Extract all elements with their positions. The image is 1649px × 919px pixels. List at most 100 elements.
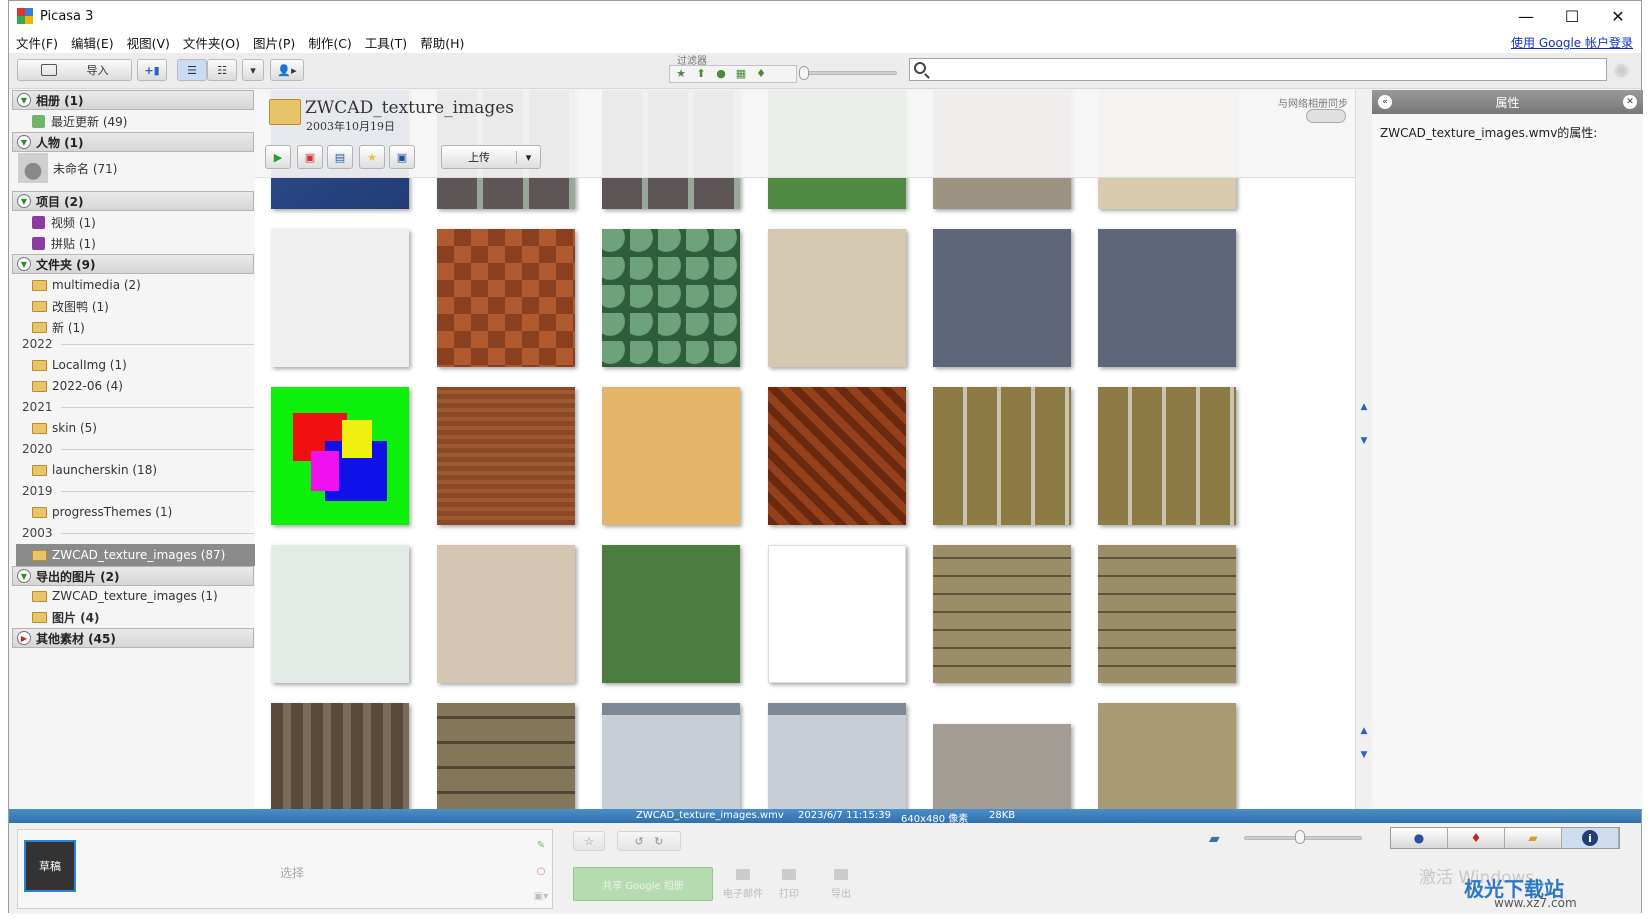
photo-thumbnail[interactable]	[933, 545, 1071, 683]
search-input[interactable]	[909, 58, 1607, 81]
menu-view[interactable]: 视图(V)	[127, 33, 170, 52]
upload-dropdown-chevron-icon[interactable]: ▾	[516, 150, 540, 164]
expand-arrow-icon[interactable]: ▼	[17, 93, 31, 107]
close-button[interactable]: ✕	[1595, 1, 1641, 31]
sidebar-item-recent[interactable]: 最近更新 (49)	[32, 111, 127, 131]
email-button[interactable]: 电子邮件	[723, 869, 763, 903]
print-button[interactable]: 打印	[769, 869, 809, 903]
albums-section-header[interactable]: ▼ 相册 (1)	[12, 90, 254, 110]
expand-arrow-icon[interactable]: ▼	[17, 569, 31, 583]
expand-arrow-icon[interactable]: ▼	[17, 135, 31, 149]
menu-create[interactable]: 制作(C)	[308, 33, 351, 52]
photo-thumbnail[interactable]	[437, 703, 575, 809]
star-button[interactable]: ★	[359, 145, 385, 169]
menu-file[interactable]: 文件(F)	[16, 33, 58, 52]
photo-thumbnail[interactable]	[437, 545, 575, 683]
expand-arrow-icon[interactable]: ▼	[17, 257, 31, 271]
export-button[interactable]: 导出	[821, 869, 861, 903]
google-signin-link[interactable]: 使用 Google 帐户登录	[1511, 34, 1633, 51]
grid-scrollbar[interactable]: ▲ ▼ ▲ ▼	[1355, 90, 1371, 809]
geotag-filter-icon[interactable]: ♦	[754, 68, 768, 80]
photo-thumbnail[interactable]	[1098, 545, 1236, 683]
menu-tools[interactable]: 工具(T)	[365, 33, 407, 52]
people-section-header[interactable]: ▼ 人物 (1)	[12, 132, 254, 152]
info-panel-button[interactable]: i	[1562, 828, 1619, 848]
photo-thumbnail[interactable]	[437, 229, 575, 367]
movie-button[interactable]: ▤	[327, 145, 353, 169]
minimize-button[interactable]: —	[1503, 1, 1549, 31]
sidebar-item-launcherskin[interactable]: launcherskin (18)	[32, 460, 157, 480]
scroll-page-up-icon[interactable]: ▲	[1358, 726, 1370, 738]
close-panel-icon[interactable]: ✕	[1623, 95, 1637, 109]
other-section-header[interactable]: ▶ 其他素材 (45)	[12, 628, 254, 648]
starred-filter-icon[interactable]: ★	[674, 68, 688, 80]
photo-thumbnail[interactable]	[1098, 229, 1236, 367]
web-sync-toggle[interactable]	[1306, 109, 1346, 123]
sidebar-item-localimg[interactable]: LocalImg (1)	[32, 355, 127, 375]
slideshow-button[interactable]: ▶	[265, 145, 291, 169]
sidebar-item-collage[interactable]: 拼贴 (1)	[32, 233, 96, 253]
photo-thumbnail[interactable]	[437, 387, 575, 525]
people-mode-button[interactable]: 👤▸	[270, 59, 304, 81]
sidebar-item-multimedia[interactable]: multimedia (2)	[32, 275, 141, 295]
sidebar-item-exported-pictures[interactable]: 图片 (4)	[32, 607, 100, 627]
menu-edit[interactable]: 编辑(E)	[71, 33, 114, 52]
photo-thumbnail[interactable]	[933, 387, 1071, 525]
star-tray-button[interactable]: ☆	[573, 831, 605, 851]
menu-help[interactable]: 帮助(H)	[420, 33, 464, 52]
pin-icon[interactable]: ✎	[537, 840, 545, 851]
collapse-panel-icon[interactable]: «	[1378, 95, 1392, 109]
photo-thumbnail[interactable]	[602, 387, 740, 525]
scroll-page-down-icon[interactable]: ▼	[1358, 750, 1370, 762]
thumbnail-size-knob[interactable]	[1295, 830, 1305, 844]
upload-button[interactable]: 上传 ▾	[441, 145, 541, 169]
photo-thumbnail[interactable]	[1098, 703, 1236, 809]
exported-section-header[interactable]: ▼ 导出的图片 (2)	[12, 566, 254, 586]
photo-thumbnail[interactable]	[271, 387, 409, 525]
sidebar-item-unnamed-people[interactable]: ● 未命名 (71)	[18, 153, 117, 183]
rotate-left-icon[interactable]: ↺	[635, 835, 644, 848]
share-google-button[interactable]: 共享 Google 相册	[573, 867, 713, 901]
list-view-button[interactable]: ☰	[177, 59, 207, 81]
maximize-button[interactable]: ☐	[1549, 1, 1595, 31]
uploaded-filter-icon[interactable]: ⬆	[694, 68, 708, 80]
album-title[interactable]: ZWCAD_texture_images	[305, 98, 514, 118]
sidebar-item-progressthemes[interactable]: progressThemes (1)	[32, 502, 172, 522]
expand-arrow-icon[interactable]: ▼	[17, 194, 31, 208]
sidebar-item-gaituya[interactable]: 改图鸭 (1)	[32, 296, 109, 316]
photo-thumbnail[interactable]	[933, 724, 1071, 809]
photo-thumbnail[interactable]	[602, 703, 740, 809]
clear-icon[interactable]: ○	[537, 866, 546, 877]
scroll-up-icon[interactable]: ▲	[1358, 402, 1370, 414]
photo-thumbnail[interactable]	[768, 545, 906, 683]
photo-thumbnail[interactable]	[768, 229, 906, 367]
view-options-dropdown[interactable]: ▾	[242, 59, 264, 81]
photo-thumbnail[interactable]	[1098, 387, 1236, 525]
tray-thumbnail[interactable]: 草稿	[24, 840, 76, 892]
sidebar-item-skin[interactable]: skin (5)	[32, 418, 97, 438]
sidebar-item-exported-zwcad[interactable]: ZWCAD_texture_images (1)	[32, 586, 218, 606]
sidebar-item-zwcad-texture-images[interactable]: ZWCAD_texture_images (87)	[32, 545, 225, 565]
sidebar-item-2022-06[interactable]: 2022-06 (4)	[32, 376, 123, 396]
tags-panel-button[interactable]: ▰	[1505, 828, 1562, 848]
photo-thumbnail[interactable]	[768, 703, 906, 809]
video-filter-icon[interactable]: ▦	[734, 68, 748, 80]
collage-button[interactable]: ▣	[297, 145, 323, 169]
import-button[interactable]: 导入	[17, 59, 132, 81]
add-to-album-button[interactable]: +▮	[137, 59, 167, 81]
faces-filter-icon[interactable]: ●	[714, 68, 728, 80]
photo-thumbnail[interactable]	[271, 703, 409, 809]
menu-folder[interactable]: 文件夹(O)	[183, 33, 240, 52]
photo-thumbnail[interactable]	[602, 229, 740, 367]
photo-thumbnail[interactable]	[768, 387, 906, 525]
collapse-arrow-icon[interactable]: ▶	[17, 631, 31, 645]
photo-thumbnail[interactable]	[602, 545, 740, 683]
menu-picture[interactable]: 图片(P)	[253, 33, 295, 52]
photo-thumbnail[interactable]	[271, 229, 409, 367]
save-button[interactable]: ▣	[389, 145, 415, 169]
scroll-down-icon[interactable]: ▼	[1358, 436, 1370, 448]
places-panel-button[interactable]: ♦	[1448, 828, 1505, 848]
rotate-right-icon[interactable]: ↻	[654, 835, 663, 848]
date-filter-knob[interactable]	[799, 66, 809, 80]
photo-thumbnail[interactable]	[933, 229, 1071, 367]
